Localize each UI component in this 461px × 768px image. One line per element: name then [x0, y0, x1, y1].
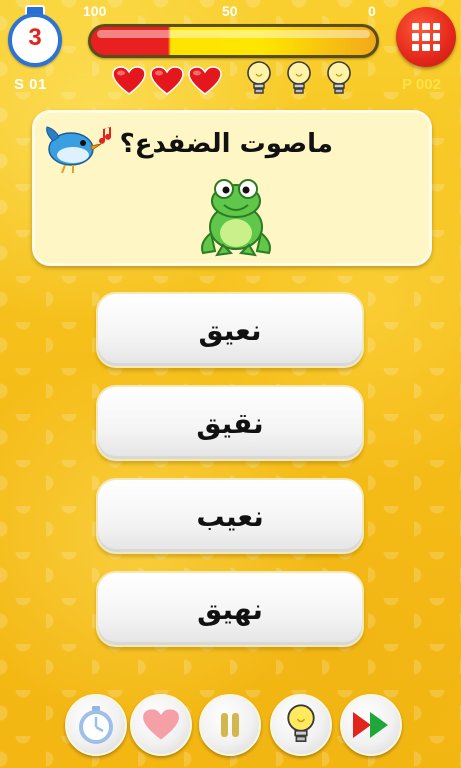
- answer-option-3[interactable]: نعيب: [96, 478, 364, 554]
- answer-option-2[interactable]: نقيق: [96, 385, 364, 461]
- frog-image: [201, 179, 271, 257]
- scale-label-100: 100: [83, 3, 107, 19]
- points-label: P 002: [402, 76, 441, 93]
- question-text: ماصوت الضفدع؟: [119, 129, 333, 159]
- pause-icon: [221, 713, 239, 737]
- time-progress-bar: [88, 24, 379, 58]
- bird-singing-icon[interactable]: [43, 119, 121, 177]
- stage-label: S 01: [14, 76, 47, 93]
- scale-label-0: 0: [368, 3, 376, 19]
- heart-icon: [150, 66, 184, 95]
- lightbulb-icon: [287, 61, 311, 94]
- lightbulb-icon: [247, 61, 271, 94]
- stopwatch-timer: 3: [6, 5, 62, 67]
- scale-label-50: 50: [222, 3, 238, 19]
- skip-question-button[interactable]: [340, 694, 402, 756]
- time-progress-fill: [91, 27, 376, 55]
- answer-option-1[interactable]: نعيق: [96, 292, 364, 368]
- timer-value: 3: [28, 24, 42, 51]
- lightbulb-icon: [287, 704, 315, 743]
- extra-time-button[interactable]: [65, 694, 127, 756]
- levels-menu-button[interactable]: [396, 7, 456, 67]
- skip-forward-icon: [353, 712, 388, 738]
- pause-button[interactable]: [199, 694, 261, 756]
- question-card: ماصوت الضفدع؟: [32, 110, 432, 266]
- hint-button[interactable]: [270, 694, 332, 756]
- lives-hearts: [112, 66, 222, 96]
- stopwatch-icon: [79, 706, 113, 744]
- answer-option-4[interactable]: نهيق: [96, 571, 364, 647]
- lightbulb-icon: [327, 61, 351, 94]
- heart-icon: [143, 709, 179, 740]
- extra-life-button[interactable]: [130, 694, 192, 756]
- timer-dial: 3: [8, 13, 62, 67]
- heart-icon: [112, 66, 146, 95]
- heart-icon: [188, 66, 222, 95]
- grid-icon: [412, 23, 440, 51]
- hint-bulbs: [246, 60, 352, 98]
